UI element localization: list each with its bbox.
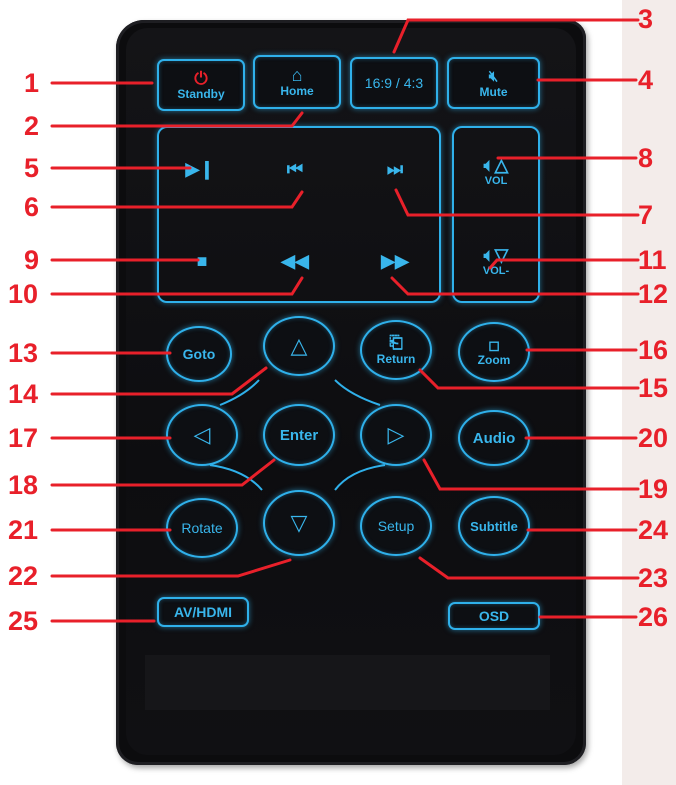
callout-11: 11	[638, 245, 667, 275]
callout-9: 9	[24, 245, 40, 275]
callout-10: 10	[8, 279, 39, 309]
callout-5: 5	[24, 153, 40, 183]
callout-2: 2	[24, 111, 40, 141]
callout-6: 6	[24, 192, 40, 222]
callout-20: 20	[638, 423, 669, 453]
callout-15: 15	[638, 373, 669, 403]
callout-7: 7	[638, 200, 654, 230]
callout-16: 16	[638, 335, 669, 365]
callout-21: 21	[8, 515, 39, 545]
callout-13: 13	[8, 338, 39, 368]
callout-19: 19	[638, 474, 669, 504]
callout-23: 23	[638, 563, 669, 593]
callout-14: 14	[8, 379, 39, 409]
callout-8: 8	[638, 143, 654, 173]
callout-12: 12	[638, 279, 669, 309]
callout-3: 3	[638, 4, 654, 34]
callout-24: 24	[638, 515, 669, 545]
callout-25: 25	[8, 606, 39, 636]
callout-1: 1	[24, 68, 40, 98]
callout-18: 18	[8, 470, 39, 500]
callout-4: 4	[638, 65, 654, 95]
callout-lines	[50, 18, 640, 623]
callout-22: 22	[8, 561, 39, 591]
callout-17: 17	[8, 423, 39, 453]
callout-26: 26	[638, 602, 669, 632]
